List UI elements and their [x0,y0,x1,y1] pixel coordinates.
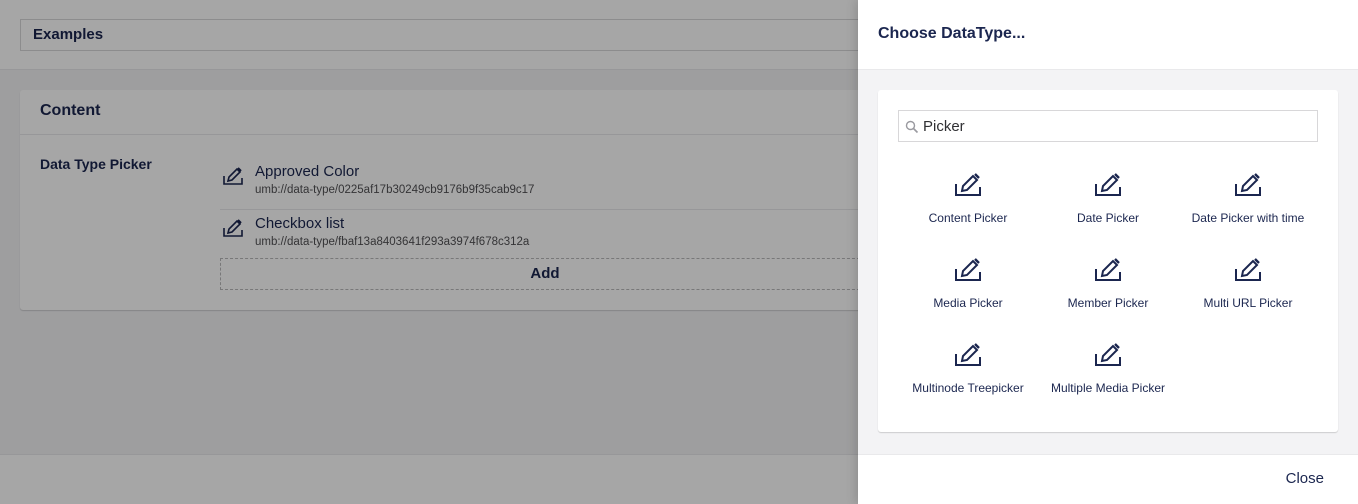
edit-icon [955,343,981,366]
datatype-item[interactable]: Multinode Treepicker [898,342,1038,427]
edit-icon [1095,173,1121,196]
datatype-label: Date Picker with time [1191,211,1305,225]
datatype-item[interactable]: Content Picker [898,172,1038,257]
edit-icon [1095,258,1121,281]
datatype-item[interactable]: Media Picker [898,257,1038,342]
edit-icon [955,258,981,281]
datatype-label: Multi URL Picker [1203,296,1293,310]
edit-icon [1095,343,1121,366]
panel-body: Content Picker Date Picker Date Picker w… [878,90,1338,432]
datatype-item[interactable]: Date Picker with time [1178,172,1318,257]
edit-icon [1235,173,1261,196]
search-box[interactable] [898,110,1318,142]
datatype-item[interactable]: Multiple Media Picker [1038,342,1178,427]
edit-icon [1235,258,1261,281]
panel-title: Choose DataType... [858,0,1358,70]
datatype-item[interactable]: Multi URL Picker [1178,257,1318,342]
edit-icon [955,173,981,196]
choose-datatype-panel: Choose DataType... Content Picker [858,0,1358,504]
panel-footer: Close [858,454,1358,504]
search-input[interactable] [923,115,1303,137]
datatype-label: Content Picker [928,211,1008,225]
datatype-grid: Content Picker Date Picker Date Picker w… [898,172,1318,427]
close-button[interactable]: Close [1286,470,1324,487]
datatype-label: Media Picker [933,296,1003,310]
search-icon [905,120,919,134]
datatype-item[interactable]: Date Picker [1038,172,1178,257]
datatype-label: Multiple Media Picker [1050,381,1166,395]
datatype-label: Multinode Treepicker [912,381,1024,395]
datatype-item[interactable]: Member Picker [1038,257,1178,342]
datatype-label: Member Picker [1067,296,1149,310]
datatype-label: Date Picker [1076,211,1140,225]
